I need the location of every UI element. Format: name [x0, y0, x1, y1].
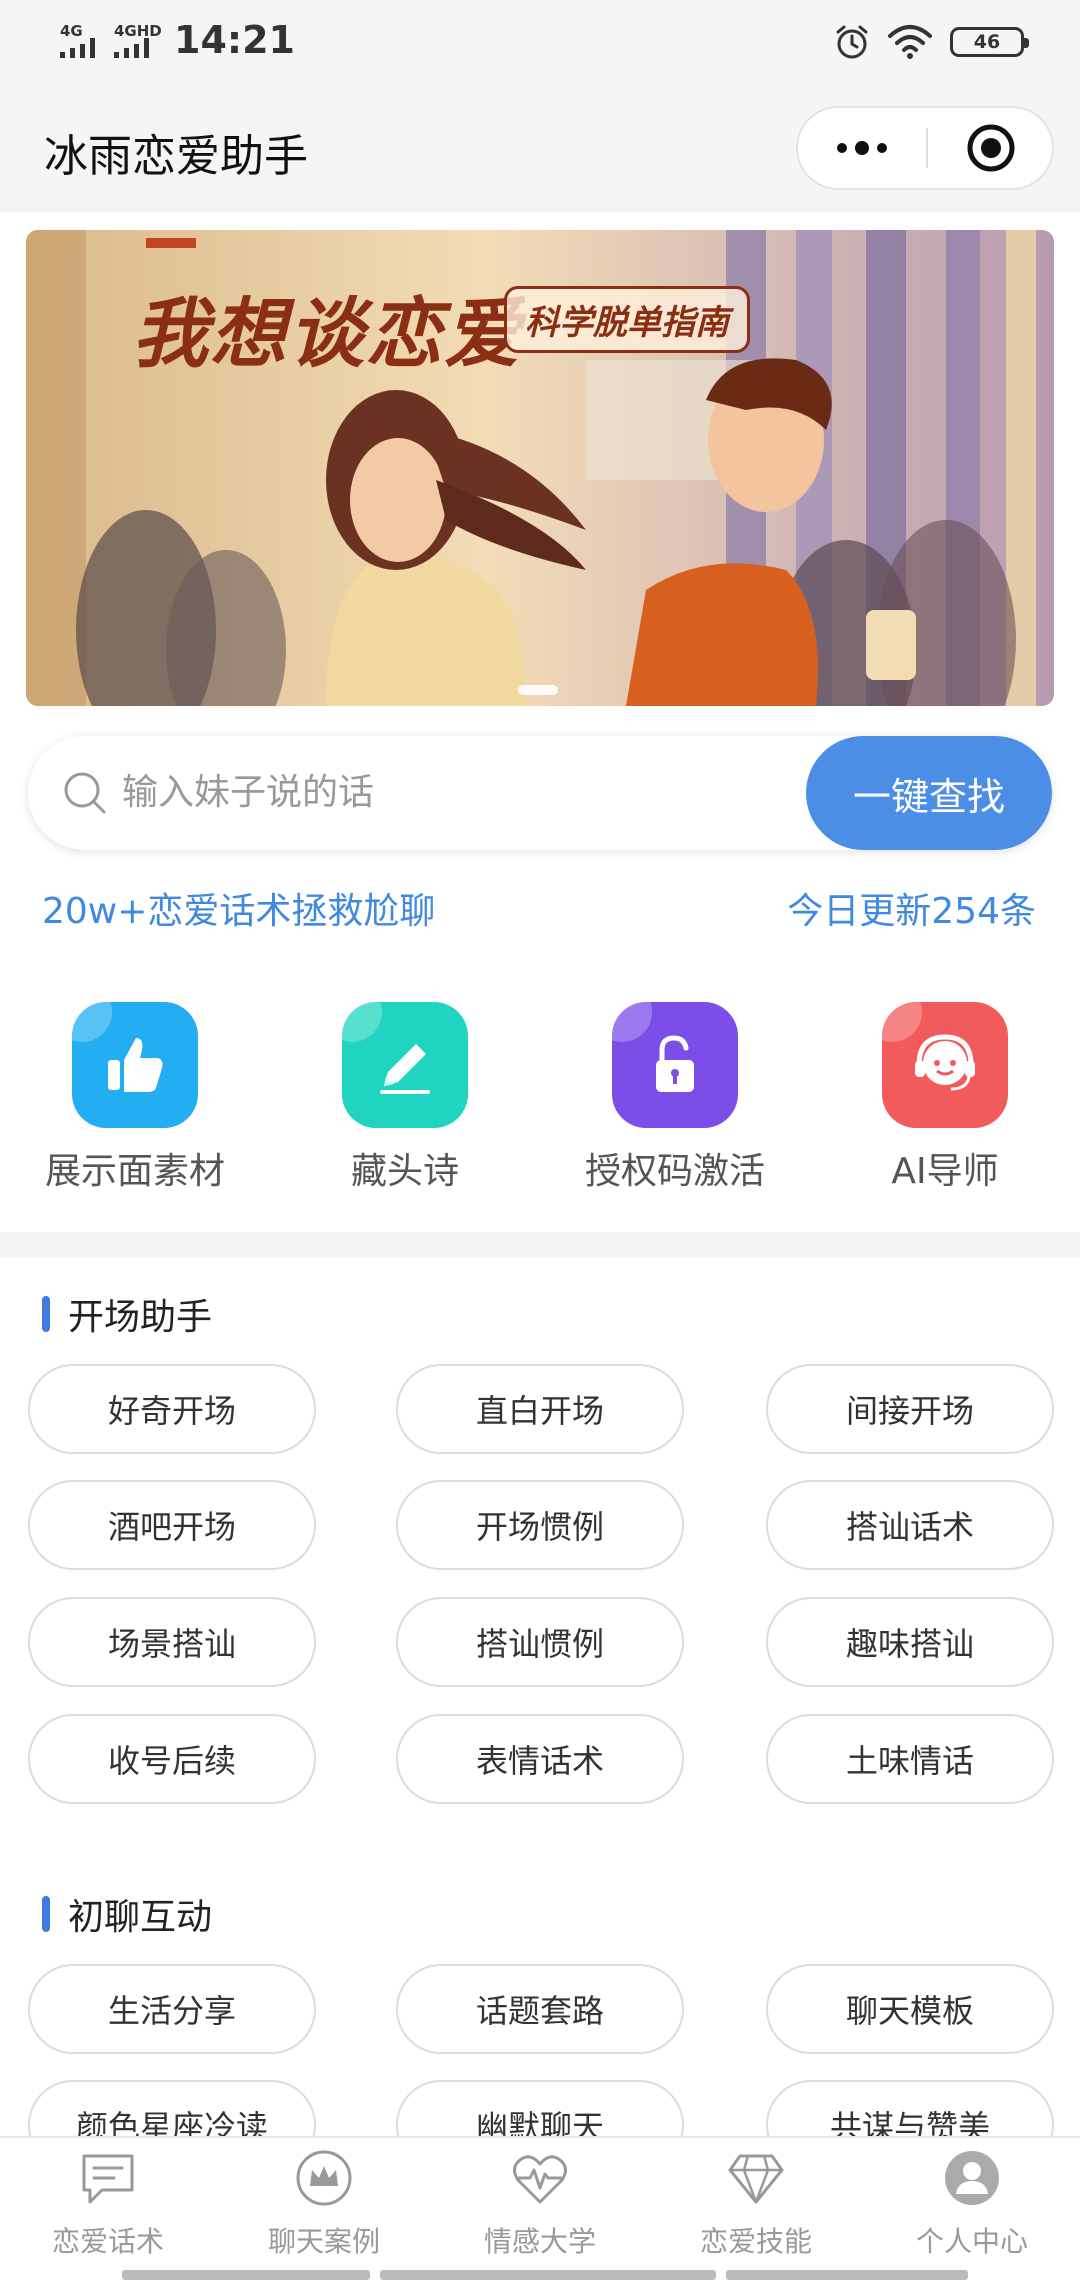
chip-item[interactable]: 场景搭讪 — [28, 1597, 316, 1687]
chip-item[interactable]: 收号后续 — [28, 1714, 316, 1804]
battery-icon: 46 — [950, 27, 1029, 57]
chip-item[interactable]: 表情话术 — [396, 1714, 684, 1804]
headset-icon — [882, 1002, 1008, 1128]
close-miniprogram-icon — [967, 124, 1015, 172]
battery-level: 46 — [973, 31, 1001, 53]
unlock-icon — [612, 1002, 738, 1128]
tab-label: 情感大学 — [483, 2225, 596, 2258]
tab-label: 个人中心 — [915, 2225, 1028, 2258]
more-icon — [837, 143, 847, 153]
carousel-indicator — [518, 685, 558, 695]
main-content: 我想谈恋爱 科学脱单指南 一键查找 20w+恋爱话术拯救尬聊 今日更新254条 … — [0, 212, 1080, 2136]
tab-love-skills[interactable]: 恋爱技能 — [648, 2138, 864, 2280]
chip-item[interactable]: 幽默聊天 — [396, 2080, 684, 2136]
tab-love-scripts[interactable]: 恋爱话术 — [0, 2138, 216, 2280]
page-title: 冰雨恋爱助手 — [44, 131, 308, 182]
wifi-icon — [888, 25, 932, 59]
banner-carousel[interactable]: 我想谈恋爱 科学脱单指南 — [26, 230, 1054, 706]
diamond-icon — [728, 2154, 784, 2204]
chip-item[interactable]: 搭讪话术 — [766, 1480, 1054, 1570]
search-icon — [64, 772, 106, 814]
shortcut-grid: 展示面素材 藏头诗 授权码激活 AI导师 — [0, 1002, 1080, 1222]
chip-item[interactable]: 生活分享 — [28, 1964, 316, 2054]
chip-item[interactable]: 直白开场 — [396, 1364, 684, 1454]
clock: 14:21 — [174, 18, 295, 62]
chat-bubble-icon — [82, 2154, 134, 2204]
tab-label: 聊天案例 — [267, 2225, 380, 2258]
shortcut-label: 授权码激活 — [584, 1151, 765, 1192]
tab-label: 恋爱话术 — [51, 2225, 164, 2258]
tab-label: 恋爱技能 — [699, 2225, 812, 2258]
heartbeat-icon — [513, 2155, 567, 2204]
banner-subtitle: 科学脱单指南 — [504, 286, 750, 353]
pencil-icon — [342, 1002, 468, 1128]
chip-item[interactable]: 土味情话 — [766, 1714, 1054, 1804]
chip-item[interactable]: 话题套路 — [396, 1964, 684, 2054]
signal-icon: 4G — [60, 22, 112, 58]
chip-item[interactable]: 酒吧开场 — [28, 1480, 316, 1570]
shortcut-label: AI导师 — [891, 1151, 999, 1192]
shortcut-ai-mentor[interactable]: AI导师 — [820, 1002, 1070, 1222]
chip-item[interactable]: 聊天模板 — [766, 1964, 1054, 2054]
signal-hd-icon: 4GHD — [114, 22, 166, 58]
update-count-text: 今日更新254条 — [787, 891, 1036, 932]
shortcut-activation-code[interactable]: 授权码激活 — [550, 1002, 800, 1222]
section-title-opening: 开场助手 — [42, 1288, 212, 1340]
chip-item[interactable]: 搭讪惯例 — [396, 1597, 684, 1687]
search-button[interactable]: 一键查找 — [806, 736, 1052, 850]
chip-item[interactable]: 间接开场 — [766, 1364, 1054, 1454]
user-icon — [945, 2151, 999, 2205]
section-title-first-chat: 初聊互动 — [42, 1888, 212, 1940]
close-miniprogram-button[interactable] — [928, 108, 1054, 188]
promo-text: 20w+恋爱话术拯救尬聊 — [42, 891, 436, 932]
thumbs-up-icon — [72, 1002, 198, 1128]
gesture-indicator — [0, 2270, 1080, 2280]
search-input[interactable] — [122, 762, 722, 822]
status-bar: 4G 4GHD 14:21 46 — [0, 0, 1080, 84]
more-button[interactable] — [798, 108, 926, 188]
banner-title: 我想谈恋爱 — [132, 289, 522, 378]
tab-chat-cases[interactable]: 聊天案例 — [216, 2138, 432, 2280]
bottom-tab-bar: 恋爱话术 聊天案例 情感大学 恋爱技能 个人中心 — [0, 2136, 1080, 2280]
shortcut-showcase-material[interactable]: 展示面素材 — [10, 1002, 260, 1222]
search-bar: 一键查找 — [28, 736, 1052, 850]
shortcut-acrostic-poem[interactable]: 藏头诗 — [280, 1002, 530, 1222]
chip-item[interactable]: 好奇开场 — [28, 1364, 316, 1454]
crown-icon — [296, 2150, 352, 2206]
chip-item[interactable]: 趣味搭讪 — [766, 1597, 1054, 1687]
section-divider — [0, 1232, 1080, 1258]
title-bar: 冰雨恋爱助手 — [0, 84, 1080, 212]
chip-item[interactable]: 颜色星座冷读 — [28, 2080, 316, 2136]
tab-personal-center[interactable]: 个人中心 — [864, 2138, 1080, 2280]
capsule-menu — [796, 106, 1054, 190]
tab-emotion-university[interactable]: 情感大学 — [432, 2138, 648, 2280]
chip-item[interactable]: 共谋与赞美 — [766, 2080, 1054, 2136]
shortcut-label: 展示面素材 — [44, 1151, 225, 1192]
alarm-icon — [836, 25, 868, 59]
chip-item[interactable]: 开场惯例 — [396, 1480, 684, 1570]
shortcut-label: 藏头诗 — [350, 1151, 459, 1192]
